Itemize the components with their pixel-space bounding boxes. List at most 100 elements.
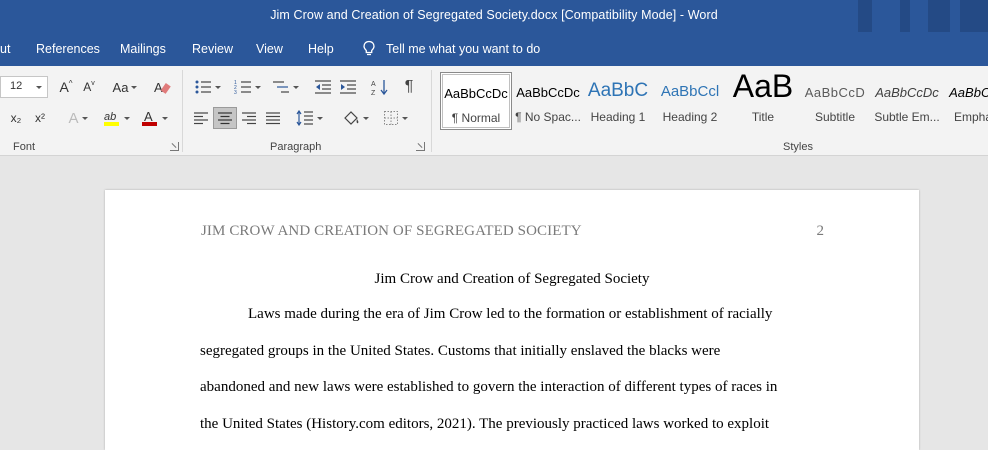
styles-gallery: AaBbCcDc ¶ Normal AaBbCcDc ¶ No Spac... … xyxy=(437,68,988,130)
chevron-down-icon xyxy=(161,116,168,120)
style-name: ¶ Normal xyxy=(451,111,501,125)
svg-text:A: A xyxy=(144,109,153,124)
tell-me-search[interactable]: Tell me what you want to do xyxy=(362,40,540,57)
decrease-indent-button[interactable] xyxy=(312,77,334,97)
paint-bucket-icon xyxy=(343,111,358,125)
running-head: JIM CROW AND CREATION OF SEGREGATED SOCI… xyxy=(201,223,582,239)
chevron-down-icon xyxy=(214,85,221,89)
page-number: 2 xyxy=(816,223,825,239)
highlighter-icon: ab xyxy=(103,111,119,126)
style-heading-1[interactable]: AaBbC Heading 1 xyxy=(582,72,654,130)
tab-mailings[interactable]: Mailings xyxy=(120,42,166,56)
style-normal[interactable]: AaBbCcDc ¶ Normal xyxy=(440,72,512,130)
font-size-select[interactable]: 12 xyxy=(0,76,48,98)
style-name: Subtitle xyxy=(814,110,856,124)
numbering-button[interactable]: 1 2 3 xyxy=(230,77,264,97)
clear-formatting-icon: A xyxy=(154,80,171,95)
subscript-icon: x₂ xyxy=(10,111,22,125)
style-no-spacing[interactable]: AaBbCcDc ¶ No Spac... xyxy=(512,72,584,130)
font-size-value: 12 xyxy=(10,80,23,92)
styles-group-label: Styles xyxy=(783,141,813,153)
chevron-down-icon xyxy=(123,116,130,120)
svg-text:A: A xyxy=(154,80,163,95)
body-line: the United States (History.com editors, … xyxy=(200,416,770,432)
lightbulb-icon xyxy=(363,40,375,56)
document-title: Jim Crow and Creation of Segregated Soci… xyxy=(374,271,650,287)
pilcrow-icon: ¶ xyxy=(404,78,414,95)
up-arrow-icon: ^ xyxy=(68,78,73,88)
font-color-icon: A xyxy=(141,109,157,126)
style-name: Heading 2 xyxy=(662,110,718,124)
title-bar: Jim Crow and Creation of Segregated Soci… xyxy=(0,0,988,32)
group-divider xyxy=(431,70,432,152)
tab-help[interactable]: Help xyxy=(308,42,334,56)
ribbon: 12 A ^ Av Aa A x₂ x² A ab A Font 1 2 3 A… xyxy=(0,66,988,156)
document-page[interactable]: JIM CROW AND CREATION OF SEGREGATED SOCI… xyxy=(105,190,919,450)
style-name: Title xyxy=(751,110,775,124)
bullets-icon xyxy=(195,80,211,94)
style-heading-2[interactable]: AaBbCcl Heading 2 xyxy=(654,72,726,130)
chevron-down-icon xyxy=(316,116,323,120)
style-preview: AaBbCc xyxy=(949,85,988,100)
style-subtitle[interactable]: AaBbCcD Subtitle xyxy=(799,72,871,130)
tab-references[interactable]: References xyxy=(36,42,100,56)
style-preview: AaBbCcDc xyxy=(875,85,939,100)
font-dialog-launcher[interactable] xyxy=(170,142,179,151)
text-effects-icon: A xyxy=(68,109,79,127)
multilevel-list-button[interactable] xyxy=(268,77,302,97)
text-effects-button[interactable]: A xyxy=(60,109,96,127)
justify-icon xyxy=(266,112,280,125)
justify-button[interactable] xyxy=(262,108,284,128)
shrink-font-button[interactable]: Av xyxy=(80,78,98,96)
chevron-down-icon xyxy=(401,116,408,120)
align-left-icon xyxy=(194,112,208,125)
style-title[interactable]: AaB Title xyxy=(727,68,799,130)
change-case-button[interactable]: Aa xyxy=(108,78,142,96)
tab-view[interactable]: View xyxy=(256,42,283,56)
superscript-button[interactable]: x² xyxy=(30,109,50,127)
increase-indent-icon xyxy=(340,80,356,94)
chevron-down-icon xyxy=(36,86,42,89)
borders-button[interactable] xyxy=(378,108,412,128)
svg-text:ab: ab xyxy=(104,111,116,123)
body-line: segregated groups in the United States. … xyxy=(200,343,721,359)
tab-review[interactable]: Review xyxy=(192,42,233,56)
grow-font-button[interactable]: A ^ xyxy=(56,78,76,96)
tell-me-text: Tell me what you want to do xyxy=(386,41,541,56)
change-case-icon: Aa xyxy=(112,79,129,95)
svg-text:Z: Z xyxy=(371,90,376,96)
clear-formatting-button[interactable]: A xyxy=(152,77,174,97)
multilevel-list-icon xyxy=(272,81,289,93)
line-spacing-button[interactable] xyxy=(292,108,326,128)
show-formatting-button[interactable]: ¶ xyxy=(398,77,420,97)
font-color-button[interactable]: A xyxy=(138,108,170,128)
subscript-button[interactable]: x₂ xyxy=(6,109,26,127)
align-left-button[interactable] xyxy=(190,108,212,128)
style-subtle-emphasis[interactable]: AaBbCcDc Subtle Em... xyxy=(871,72,943,130)
superscript-icon: x² xyxy=(35,111,45,125)
increase-indent-button[interactable] xyxy=(337,77,359,97)
paragraph-dialog-launcher[interactable] xyxy=(416,142,425,151)
shading-button[interactable] xyxy=(338,108,372,128)
highlight-color-button[interactable]: ab xyxy=(100,108,132,128)
align-center-button[interactable] xyxy=(213,107,237,129)
document-area[interactable]: JIM CROW AND CREATION OF SEGREGATED SOCI… xyxy=(0,157,988,450)
sort-button[interactable]: A Z xyxy=(369,77,391,97)
shrink-font-icon: A xyxy=(83,80,92,94)
align-center-icon xyxy=(218,112,232,125)
down-arrow-icon: v xyxy=(91,79,95,87)
align-right-button[interactable] xyxy=(238,108,260,128)
chevron-down-icon xyxy=(81,116,88,120)
sort-icon: A Z xyxy=(371,80,388,96)
style-name: Subtle Em... xyxy=(874,110,940,124)
bullets-button[interactable] xyxy=(190,77,224,97)
paragraph-group-label: Paragraph xyxy=(270,141,322,153)
style-emphasis[interactable]: AaBbCc Empha xyxy=(943,72,988,130)
body-line: Laws made during the era of Jim Crow led… xyxy=(248,306,773,322)
window-title: Jim Crow and Creation of Segregated Soci… xyxy=(270,8,718,22)
grow-font-icon: A xyxy=(59,79,69,95)
style-preview: AaB xyxy=(732,68,794,104)
style-preview: AaBbCcDc xyxy=(516,85,580,100)
tab-layout[interactable]: ut xyxy=(0,42,10,56)
style-name: ¶ No Spac... xyxy=(515,110,581,124)
